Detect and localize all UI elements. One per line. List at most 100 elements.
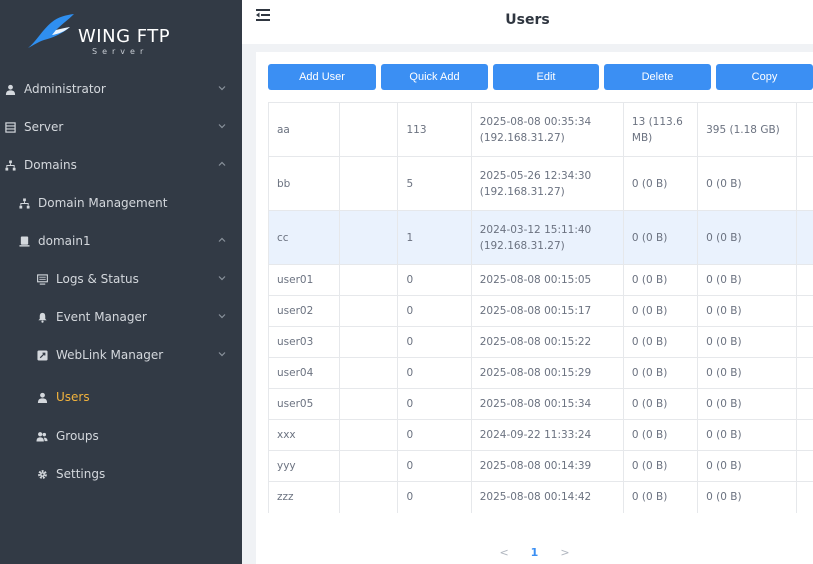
blank-cell bbox=[338, 156, 398, 211]
last-login-cell: 2024-03-12 15:11:40 (192.168.31.27) bbox=[470, 210, 624, 265]
sidebar-item-administrator[interactable]: Administrator bbox=[0, 70, 242, 108]
overflow-cell bbox=[795, 450, 813, 482]
copy-button[interactable]: Copy bbox=[716, 64, 813, 90]
chevron-down-icon bbox=[218, 314, 226, 319]
sitemap-icon bbox=[18, 197, 30, 209]
sidebar-item-server[interactable]: Server bbox=[0, 108, 242, 146]
user-name-cell: zzz bbox=[268, 481, 340, 513]
table-row[interactable]: xxx 0 2024-09-22 11:33:24 0 (0 B) 0 (0 B) bbox=[268, 419, 813, 451]
blank-cell bbox=[338, 264, 398, 296]
overflow-cell bbox=[795, 326, 813, 358]
upload-cell: 0 (0 B) bbox=[622, 388, 698, 420]
chevron-up-icon bbox=[218, 161, 226, 166]
upload-cell: 0 (0 B) bbox=[622, 450, 698, 482]
pagination-next[interactable]: > bbox=[560, 546, 569, 559]
sidebar-item-weblink-manager[interactable]: WebLink Manager bbox=[0, 336, 242, 374]
logins-cell: 0 bbox=[397, 295, 472, 327]
sidebar-item-label: WebLink Manager bbox=[56, 348, 164, 362]
gear-icon bbox=[36, 468, 48, 480]
last-login-time: 2025-08-08 00:35:34 bbox=[479, 115, 592, 128]
last-login-ip: (192.168.31.27) bbox=[479, 131, 565, 144]
last-login-cell: 2025-08-08 00:15:05 bbox=[470, 264, 624, 296]
sidebar-item-label: Settings bbox=[56, 467, 106, 481]
server-icon bbox=[4, 121, 16, 133]
edit-button[interactable]: Edit bbox=[493, 64, 599, 90]
download-cell: 0 (0 B) bbox=[697, 419, 797, 451]
upload-cell: 0 (0 B) bbox=[622, 264, 698, 296]
sidebar-item-domain1[interactable]: domain1 bbox=[0, 222, 242, 260]
add-user-button[interactable]: Add User bbox=[268, 64, 376, 90]
blank-cell bbox=[338, 388, 398, 420]
sidebar-item-domains[interactable]: Domains bbox=[0, 146, 242, 184]
users-table: aa 113 2025-08-08 00:35:34 (192.168.31.27) 1… bbox=[268, 102, 813, 513]
top-header: Users bbox=[242, 0, 813, 44]
last-login-time: 2024-03-12 15:11:40 bbox=[479, 223, 592, 236]
table-row[interactable]: user05 0 2025-08-08 00:15:34 0 (0 B) 0 (0 B) bbox=[268, 388, 813, 420]
users-icon bbox=[36, 430, 48, 442]
table-row[interactable]: zzz 0 2025-08-08 00:14:42 0 (0 B) 0 (0 B) bbox=[268, 481, 813, 513]
user-name-cell: user02 bbox=[268, 295, 340, 327]
chevron-down-icon bbox=[218, 352, 226, 357]
logins-cell: 0 bbox=[397, 357, 472, 389]
table-row[interactable]: user01 0 2025-08-08 00:15:05 0 (0 B) 0 (0 B) bbox=[268, 264, 813, 296]
upload-cell: 0 (0 B) bbox=[622, 156, 698, 211]
user-name-cell: xxx bbox=[268, 419, 340, 451]
link-icon bbox=[36, 349, 48, 361]
logins-cell: 0 bbox=[397, 264, 472, 296]
brand-sub: Server bbox=[92, 47, 149, 56]
sidebar-item-label: Groups bbox=[56, 429, 99, 443]
logins-cell: 0 bbox=[397, 419, 472, 451]
last-login-cell: 2025-08-08 00:15:29 bbox=[470, 357, 624, 389]
overflow-cell bbox=[795, 102, 813, 157]
pagination-page-current[interactable]: 1 bbox=[531, 546, 539, 559]
blank-cell bbox=[338, 326, 398, 358]
table-row[interactable]: bb 5 2025-05-26 12:34:30 (192.168.31.27) 0 (… bbox=[268, 156, 813, 211]
bell-icon bbox=[36, 311, 48, 323]
sidebar-item-groups[interactable]: Groups bbox=[0, 417, 242, 455]
sidebar-item-settings[interactable]: Settings bbox=[0, 455, 242, 493]
last-login-time: 2025-08-08 00:15:34 bbox=[479, 398, 592, 410]
sidebar-item-event-manager[interactable]: Event Manager bbox=[0, 298, 242, 336]
blank-cell bbox=[338, 357, 398, 389]
user-name-cell: yyy bbox=[268, 450, 340, 482]
sidebar-item-users[interactable]: Users bbox=[0, 378, 242, 416]
table-row[interactable]: user03 0 2025-08-08 00:15:22 0 (0 B) 0 (0 B) bbox=[268, 326, 813, 358]
download-cell: 395 (1.18 GB) bbox=[697, 102, 797, 157]
database-icon bbox=[18, 235, 30, 247]
table-row[interactable]: user04 0 2025-08-08 00:15:29 0 (0 B) 0 (0 B) bbox=[268, 357, 813, 389]
logins-cell: 0 bbox=[397, 388, 472, 420]
sitemap-icon bbox=[4, 159, 16, 171]
monitor-icon bbox=[36, 273, 48, 285]
download-cell: 0 (0 B) bbox=[697, 481, 797, 513]
sidebar-item-domain-management[interactable]: Domain Management bbox=[0, 184, 242, 222]
blank-cell bbox=[338, 450, 398, 482]
sidebar-item-label: domain1 bbox=[38, 234, 91, 248]
delete-button[interactable]: Delete bbox=[604, 64, 711, 90]
logins-cell: 5 bbox=[397, 156, 472, 211]
logins-cell: 0 bbox=[397, 481, 472, 513]
download-cell: 0 (0 B) bbox=[697, 210, 797, 265]
last-login-time: 2025-08-08 00:14:39 bbox=[479, 460, 592, 472]
table-row[interactable]: cc 1 2024-03-12 15:11:40 (192.168.31.27) 0 (… bbox=[268, 210, 813, 265]
table-row[interactable]: user02 0 2025-08-08 00:15:17 0 (0 B) 0 (0 B) bbox=[268, 295, 813, 327]
download-cell: 0 (0 B) bbox=[697, 264, 797, 296]
last-login-time: 2025-08-08 00:14:42 bbox=[479, 491, 592, 504]
download-cell: 0 (0 B) bbox=[697, 357, 797, 389]
overflow-cell bbox=[795, 419, 813, 451]
table-row[interactable]: aa 113 2025-08-08 00:35:34 (192.168.31.27) 1… bbox=[268, 102, 813, 157]
blank-cell bbox=[338, 102, 398, 157]
users-panel: Add User Quick Add Edit Delete Copy aa 11… bbox=[256, 52, 813, 564]
logins-cell: 1 bbox=[397, 210, 472, 265]
table-row[interactable]: yyy 0 2025-08-08 00:14:39 0 (0 B) 0 (0 B) bbox=[268, 450, 813, 482]
wing-logo-icon bbox=[28, 14, 74, 48]
download-cell: 0 (0 B) bbox=[697, 295, 797, 327]
overflow-cell bbox=[795, 156, 813, 211]
sidebar-item-label: Domains bbox=[24, 158, 77, 172]
sidebar-item-label: Domain Management bbox=[38, 196, 168, 210]
logins-cell: 113 bbox=[397, 102, 472, 157]
upload-cell: 0 (0 B) bbox=[622, 326, 698, 358]
pagination-prev[interactable]: < bbox=[499, 546, 508, 559]
sidebar-item-logs-status[interactable]: Logs & Status bbox=[0, 260, 242, 298]
quick-add-button[interactable]: Quick Add bbox=[381, 64, 488, 90]
last-login-time: 2025-08-08 00:15:17 bbox=[479, 305, 592, 317]
